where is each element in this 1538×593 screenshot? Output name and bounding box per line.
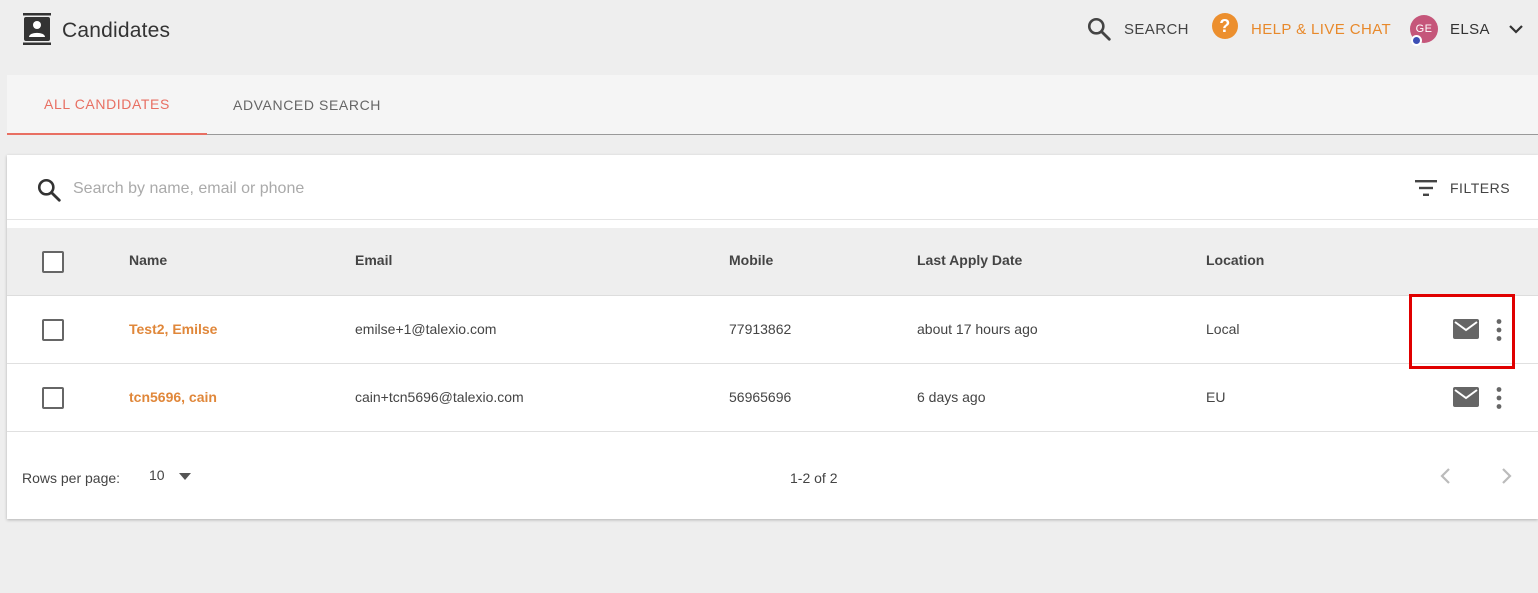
- pagination-footer: Rows per page: 10 1-2 of 2: [7, 433, 1538, 519]
- table-header: Name Email Mobile Last Apply Date Locati…: [7, 228, 1538, 296]
- tab-all-candidates[interactable]: ALL CANDIDATES: [7, 75, 207, 135]
- rows-per-page-label: Rows per page:: [22, 470, 121, 486]
- table-row[interactable]: Test2, Emilse emilse+1@talexio.com 77913…: [7, 296, 1538, 364]
- candidate-mobile: 56965696: [729, 389, 792, 405]
- column-header-name[interactable]: Name: [129, 252, 167, 268]
- email-icon[interactable]: [1453, 318, 1479, 340]
- help-label: HELP & LIVE CHAT: [1251, 20, 1392, 38]
- user-name: ELSA: [1450, 20, 1490, 38]
- tab-advanced-search[interactable]: ADVANCED SEARCH: [207, 75, 407, 135]
- candidate-location: Local: [1206, 321, 1240, 337]
- candidate-name-link[interactable]: tcn5696, cain: [129, 389, 217, 405]
- candidates-card: FILTERS Name Email Mobile Last Apply Dat…: [7, 155, 1538, 519]
- rows-per-page-value: 10: [149, 467, 165, 483]
- caret-down-icon: [178, 473, 191, 480]
- candidate-name-link[interactable]: Test2, Emilse: [129, 321, 217, 337]
- table-row[interactable]: tcn5696, cain cain+tcn5696@talexio.com 5…: [7, 364, 1538, 432]
- search-bar: FILTERS: [7, 155, 1538, 220]
- filters-button[interactable]: FILTERS: [1415, 175, 1510, 201]
- chevron-left-icon[interactable]: [1439, 466, 1451, 486]
- search-input[interactable]: [73, 175, 973, 203]
- email-icon[interactable]: [1453, 386, 1479, 408]
- search-label: SEARCH: [1124, 20, 1189, 38]
- filter-icon: [1415, 180, 1437, 196]
- column-header-email[interactable]: Email: [355, 252, 392, 268]
- column-header-mobile[interactable]: Mobile: [729, 252, 773, 268]
- contacts-icon: [23, 13, 51, 45]
- more-vert-icon[interactable]: [1495, 318, 1503, 342]
- rows-per-page-select[interactable]: 10: [149, 467, 191, 483]
- column-header-location[interactable]: Location: [1206, 252, 1264, 268]
- chevron-right-icon[interactable]: [1501, 466, 1513, 486]
- row-checkbox[interactable]: [42, 319, 64, 341]
- global-search-button[interactable]: SEARCH: [1086, 14, 1189, 44]
- help-live-chat-button[interactable]: ? HELP & LIVE CHAT: [1212, 13, 1392, 44]
- chevron-down-icon: [1509, 25, 1523, 34]
- candidate-mobile: 77913862: [729, 321, 792, 337]
- page-range: 1-2 of 2: [790, 470, 838, 486]
- top-bar: Candidates SEARCH ? HELP & LIVE CHAT GE …: [0, 0, 1538, 62]
- column-header-last-apply-date[interactable]: Last Apply Date: [917, 252, 1022, 268]
- candidate-last-apply: about 17 hours ago: [917, 321, 1038, 337]
- select-all-checkbox[interactable]: [42, 251, 64, 273]
- candidate-location: EU: [1206, 389, 1226, 405]
- row-checkbox[interactable]: [42, 387, 64, 409]
- user-status-icon: [1411, 35, 1422, 46]
- candidate-last-apply: 6 days ago: [917, 389, 986, 405]
- candidate-email: emilse+1@talexio.com: [355, 321, 497, 337]
- search-icon: [1087, 17, 1111, 41]
- avatar: GE: [1410, 15, 1438, 46]
- help-icon: ?: [1212, 13, 1238, 39]
- more-vert-icon[interactable]: [1495, 386, 1503, 410]
- search-icon: [37, 178, 61, 202]
- avatar-initials: GE: [1415, 23, 1433, 35]
- candidate-email: cain+tcn5696@talexio.com: [355, 389, 524, 405]
- user-menu[interactable]: GE ELSA: [1410, 14, 1524, 46]
- page-title: Candidates: [62, 19, 171, 42]
- filters-label: FILTERS: [1450, 180, 1511, 196]
- tab-bar: ALL CANDIDATES ADVANCED SEARCH: [7, 75, 1538, 135]
